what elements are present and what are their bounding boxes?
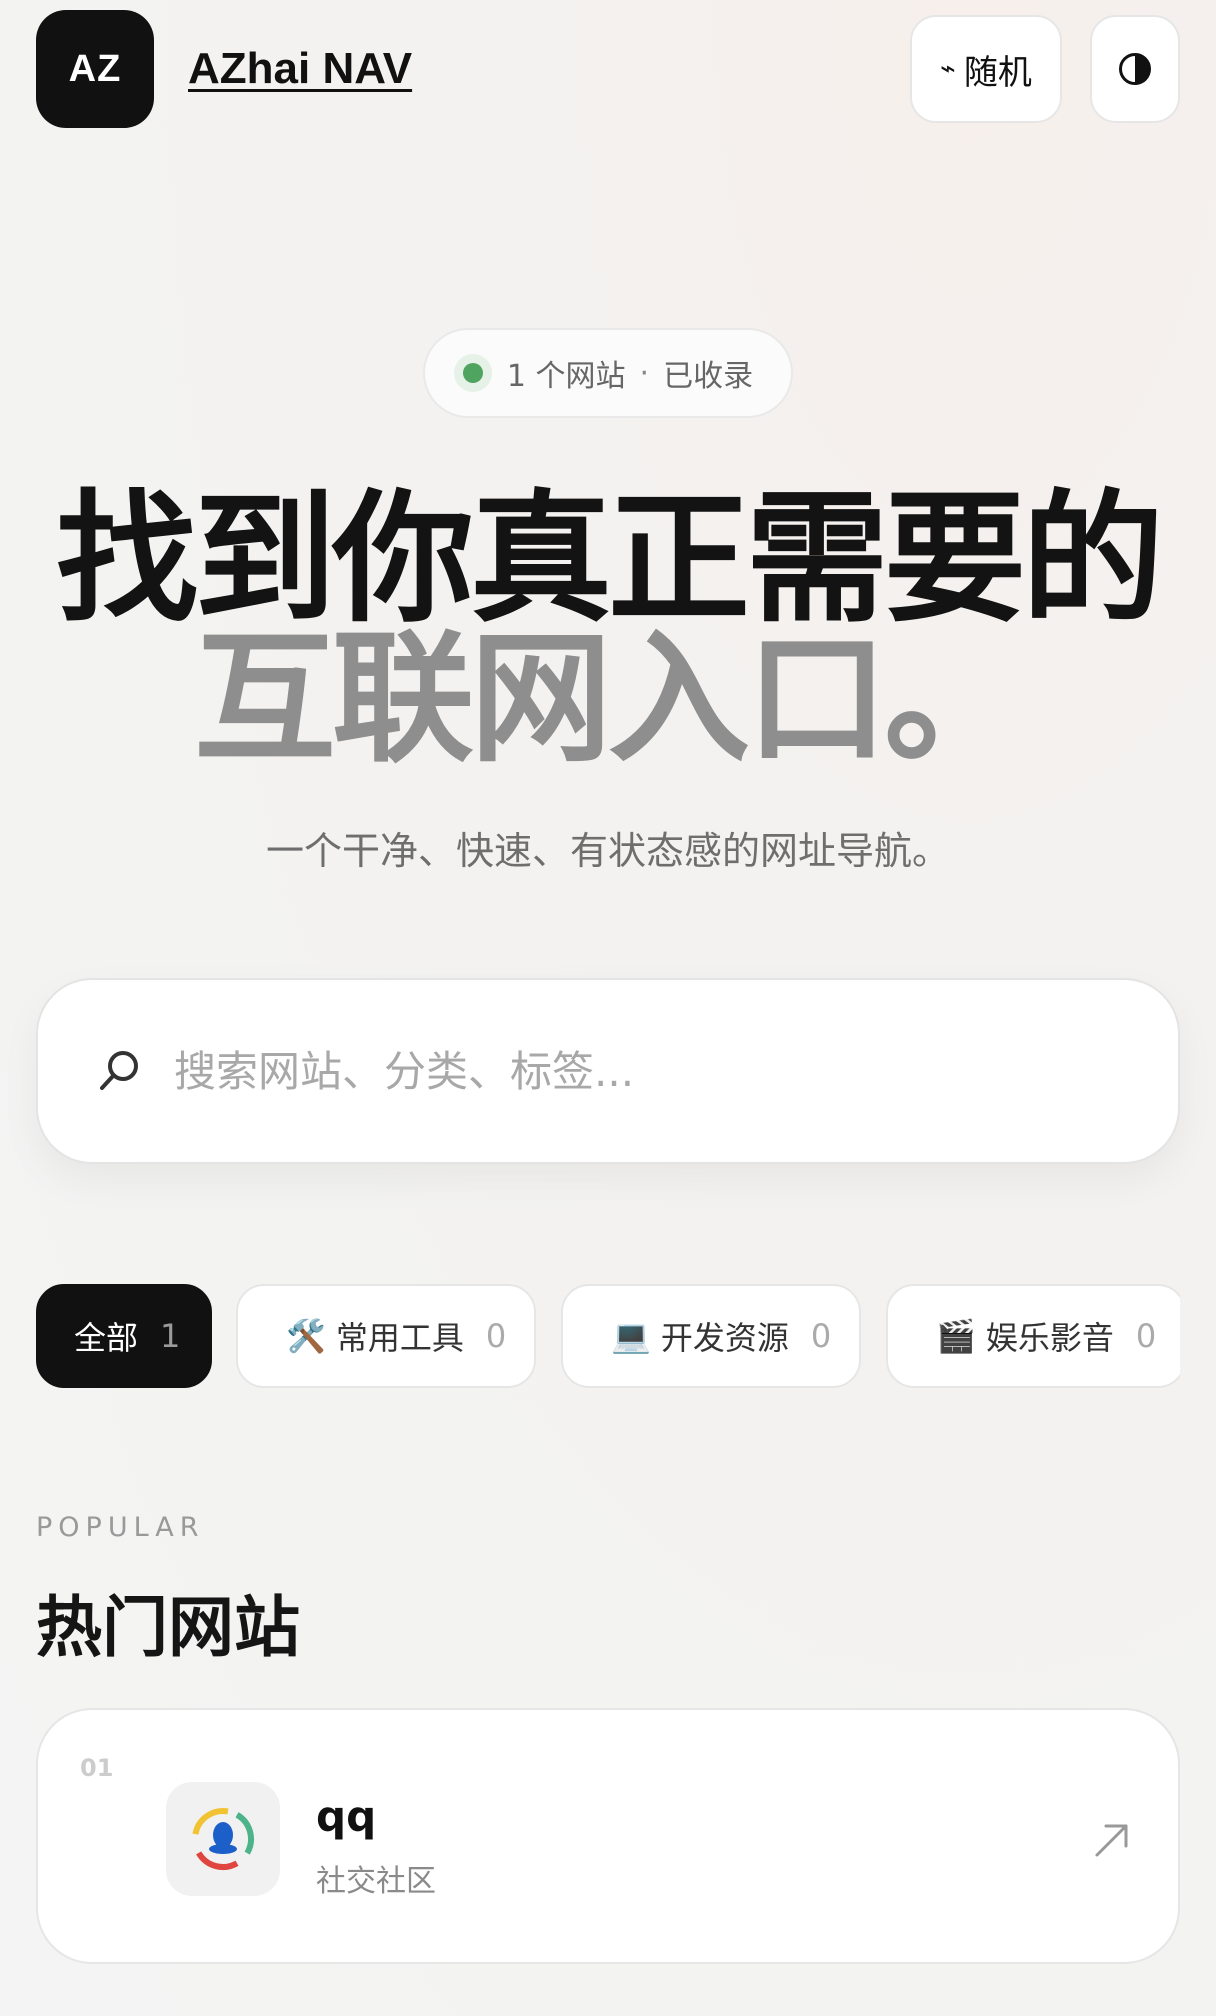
- theme-toggle-button[interactable]: [1090, 15, 1180, 123]
- category-label: 常用工具: [335, 1319, 464, 1357]
- random-button[interactable]: ⌁ 随机: [910, 15, 1062, 123]
- search-icon: [100, 1051, 138, 1090]
- site-name-link[interactable]: AZhai NAV: [188, 44, 412, 94]
- section-kicker: POPULAR: [36, 1512, 205, 1543]
- category-tabs: 全部 1 🛠️ 常用工具 0 💻 开发资源 0 🎬 娱乐影音 0: [36, 1284, 1180, 1388]
- category-count: 0: [1135, 1317, 1157, 1355]
- category-tab-all[interactable]: 全部 1: [36, 1284, 212, 1388]
- category-label: 娱乐影音: [985, 1319, 1114, 1357]
- qq-icon: [192, 1808, 254, 1870]
- hero-title-line1: 找到你真正需要的: [56, 477, 1164, 642]
- site-count-badge: 1 个网站 · 已收录: [423, 328, 793, 418]
- site-card[interactable]: 01 qq 社交社区: [36, 1708, 1180, 1964]
- clapperboard-icon: 🎬: [936, 1317, 976, 1355]
- bolt-icon: ⌁: [940, 54, 956, 84]
- search-bar[interactable]: [36, 978, 1180, 1164]
- search-input[interactable]: [174, 1046, 1074, 1096]
- category-count: 1: [160, 1317, 181, 1355]
- category-tab-tools[interactable]: 🛠️ 常用工具 0: [236, 1284, 536, 1388]
- laptop-icon: 💻: [611, 1317, 651, 1355]
- category-count: 0: [485, 1317, 507, 1355]
- arrow-up-right-icon: [1095, 1824, 1128, 1857]
- site-category: 社交社区: [316, 1864, 436, 1899]
- tools-icon: 🛠️: [286, 1317, 326, 1355]
- badge-separator: ·: [639, 355, 650, 391]
- site-logo[interactable]: AZ: [36, 10, 154, 128]
- random-button-label: 随机: [963, 52, 1032, 93]
- site-icon-box: [166, 1782, 280, 1896]
- category-count: 0: [810, 1317, 832, 1355]
- hero-title-line2: 互联网入口。: [194, 617, 1026, 782]
- category-tab-entertainment[interactable]: 🎬 娱乐影音 0: [886, 1284, 1180, 1388]
- section-title: 热门网站: [36, 1589, 300, 1666]
- category-label: 全部: [74, 1319, 139, 1357]
- category-tab-dev[interactable]: 💻 开发资源 0: [561, 1284, 861, 1388]
- site-count-suffix: 已收录: [663, 359, 754, 394]
- site-count-text: 1 个网站: [506, 359, 626, 394]
- category-label: 开发资源: [660, 1319, 789, 1357]
- status-dot-icon: [462, 363, 483, 383]
- card-rank: 01: [80, 1754, 114, 1782]
- site-name: qq: [316, 1792, 377, 1841]
- hero-subtitle: 一个干净、快速、有状态感的网址导航。: [265, 829, 950, 873]
- contrast-icon: [1119, 53, 1151, 85]
- hero-title: 找到你真正需要的 互联网入口。: [0, 477, 1216, 782]
